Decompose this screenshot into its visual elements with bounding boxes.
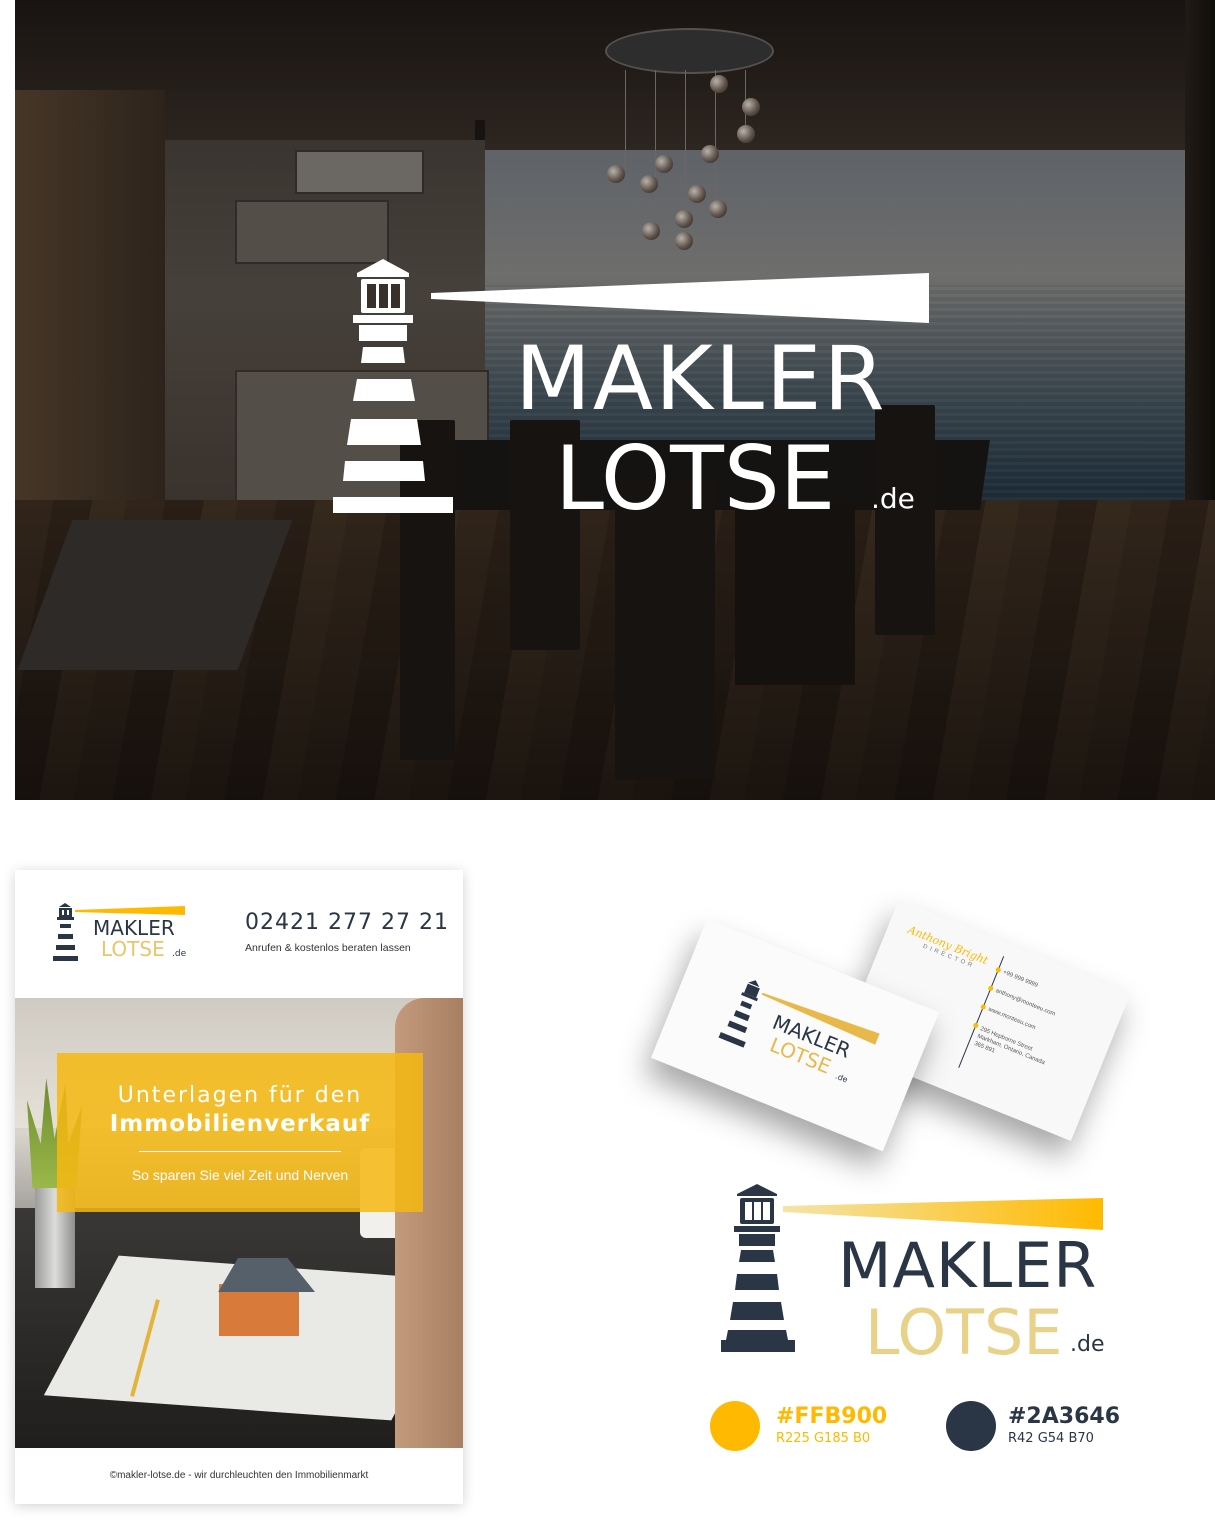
main-logo-makler: MAKLER [838, 1229, 1098, 1302]
swatch-dark-hex: #2A3646 [1008, 1404, 1120, 1429]
logo-makler: MAKLER [515, 327, 887, 430]
card-web: www.monteeu.com [987, 1006, 1037, 1032]
swatch-dark-rgb: R42 G54 B70 [1008, 1431, 1094, 1446]
flyer-phone-caption: Anrufen & kostenlos beraten lassen [245, 942, 411, 954]
swatch-yellow-hex: #FFB900 [776, 1404, 888, 1429]
divider [139, 1151, 341, 1152]
flyer-headline-light: Unterlagen für den [117, 1083, 363, 1108]
main-logo: MAKLER LOTSE .de [715, 1180, 1115, 1365]
logo-lotse: LOTSE [555, 427, 836, 530]
swatch-yellow [710, 1401, 760, 1451]
hero-logo: MAKLER LOTSE .de [333, 255, 933, 525]
logo-suffix: .de [871, 482, 915, 515]
card-name: Anthony Bright [906, 923, 991, 968]
swatch-yellow-rgb: R225 G185 B0 [776, 1431, 871, 1446]
hero-photo: MAKLER LOTSE .de [15, 0, 1215, 800]
flyer-phone: 02421 277 27 21 [245, 910, 449, 935]
business-cards: Anthony Bright DIRECTOR +99 999 9999 ant… [640, 880, 1200, 1152]
swatch-dark [946, 1401, 996, 1451]
flyer-headline-box: Unterlagen für den Immobilienverkauf So … [57, 1053, 423, 1212]
main-logo-lotse: LOTSE [865, 1296, 1063, 1369]
flyer-logo-suffix: .de [172, 949, 187, 959]
card-phone: +99 999 9999 [1002, 969, 1039, 989]
flyer-logo-lotse: LOTSE [101, 937, 165, 961]
main-logo-suffix: .de [1070, 1332, 1105, 1357]
flyer-headline-bold: Immobilienverkauf [109, 1111, 371, 1137]
flyer-logo-makler: MAKLER [93, 916, 175, 940]
flyer-logo: MAKLER LOTSE .de [53, 902, 203, 962]
flyer-subline: So sparen Sie viel Zeit und Nerven [131, 1167, 349, 1183]
model-house [205, 1258, 315, 1338]
flyer: MAKLER LOTSE .de 02421 277 27 21 Anrufen… [15, 870, 463, 1504]
flyer-footer: ©makler-lotse.de - wir durchleuchten den… [109, 1470, 369, 1481]
card-address: 295 Hepborne Street Markham, Ontario, Ca… [973, 1026, 1046, 1067]
